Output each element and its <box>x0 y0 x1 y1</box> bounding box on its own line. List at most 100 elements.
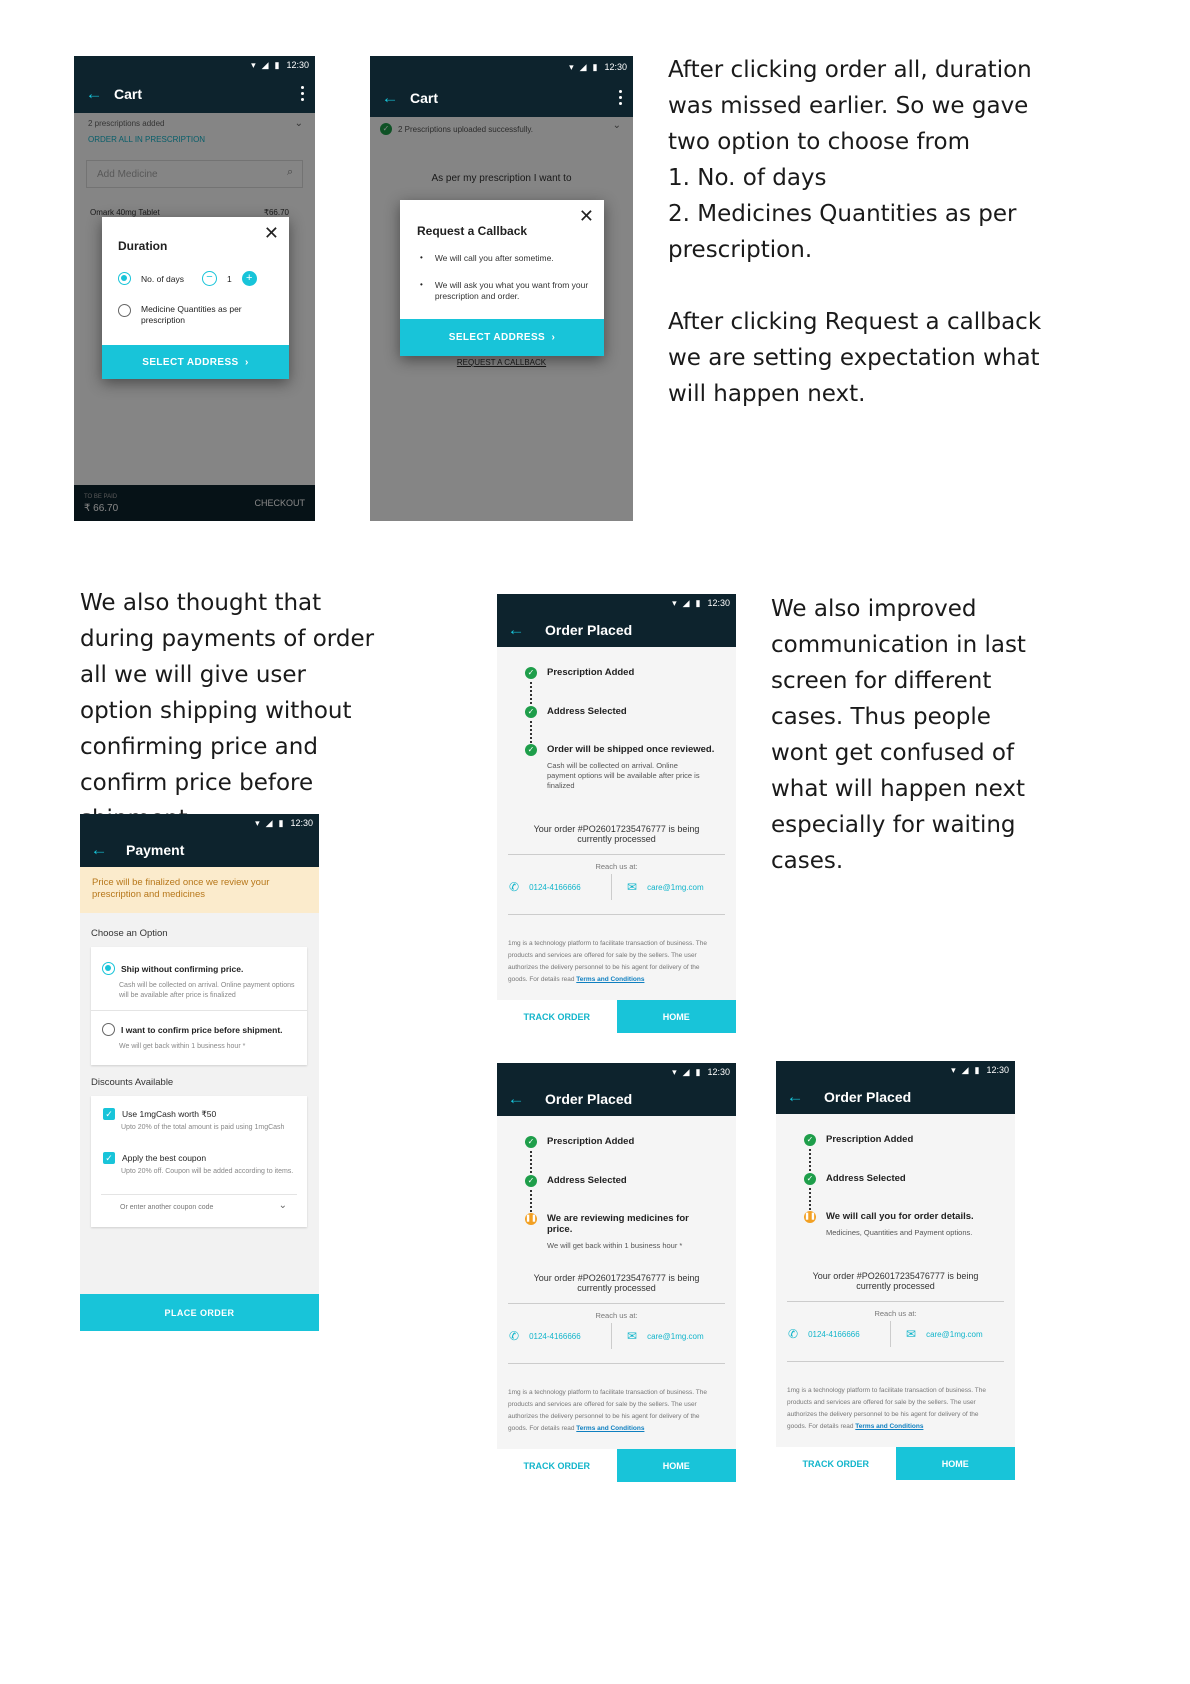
more-menu-icon[interactable] <box>289 86 315 101</box>
reach-us-label: Reach us at: <box>874 1309 917 1318</box>
place-order-button[interactable]: PLACE ORDER <box>80 1294 319 1331</box>
page-title: Order Placed <box>545 621 633 638</box>
screen-order-placed-callback: ▾ ◢ ▮ 12:30 ← Order Placed ✓ Prescription A… <box>776 1061 1015 1480</box>
step-connector <box>530 721 532 743</box>
radio-selected[interactable] <box>118 272 131 285</box>
order-number-text: Your order #PO26017235476777 is being cur… <box>812 1271 979 1291</box>
page-title: Payment <box>126 841 185 858</box>
battery-icon: ▮ <box>278 817 284 828</box>
back-arrow-icon[interactable]: ← <box>776 1087 814 1107</box>
email-contact[interactable]: ✉ care@1mg.com <box>627 1329 704 1343</box>
option-confirm-before-shipment[interactable]: I want to confirm price before shipment. <box>102 1023 283 1036</box>
status-time: 12:30 <box>986 1065 1009 1075</box>
close-icon[interactable]: ✕ <box>264 223 279 244</box>
disclaimer-text: 1mg is a technology platform to facilita… <box>787 1387 986 1430</box>
screen-order-placed-reviewing: ▾ ◢ ▮ 12:30 ← Order Placed ✓ Prescription A… <box>497 1063 736 1482</box>
check-circle-icon: ✓ <box>525 1175 537 1187</box>
home-button[interactable]: HOME <box>616 1449 736 1482</box>
screen-payment: ▾ ◢ ▮ 12:30 ← Payment Price will be finali… <box>80 814 319 1331</box>
back-arrow-icon[interactable]: ← <box>497 1089 535 1109</box>
wifi-icon: ▾ <box>672 597 677 608</box>
status-time: 12:30 <box>707 598 730 608</box>
mail-icon: ✉ <box>906 1327 917 1341</box>
divider <box>787 1361 1004 1362</box>
divider <box>508 914 725 915</box>
track-order-button[interactable]: TRACK ORDER <box>776 1447 896 1480</box>
back-arrow-icon[interactable]: ← <box>74 84 114 104</box>
page-title: Cart <box>114 85 143 102</box>
battery-icon: ▮ <box>274 59 280 70</box>
discounts-label: Discounts Available <box>91 1077 174 1088</box>
checkbox-checked-icon[interactable]: ✓ <box>103 1152 115 1164</box>
email-contact[interactable]: ✉ care@1mg.com <box>627 880 704 894</box>
bullet-item: • We will ask you what you want from your… <box>420 280 589 301</box>
disclaimer-text: 1mg is a technology platform to facilita… <box>508 1389 707 1432</box>
check-circle-icon: ✓ <box>804 1134 816 1146</box>
modal-title: Duration <box>118 239 168 253</box>
minus-icon[interactable]: − <box>202 271 217 286</box>
chevron-right-icon: › <box>244 356 249 368</box>
divider <box>508 1303 725 1304</box>
track-order-button[interactable]: TRACK ORDER <box>497 1000 617 1033</box>
phone-contact[interactable]: ✆ 0124-4166666 <box>788 1327 860 1341</box>
close-icon[interactable]: ✕ <box>579 206 594 227</box>
back-arrow-icon[interactable]: ← <box>497 620 535 640</box>
wifi-icon: ▾ <box>951 1064 956 1075</box>
phone-contact[interactable]: ✆ 0124-4166666 <box>509 1329 581 1343</box>
status-bar: ▾ ◢ ▮ 12:30 <box>497 594 736 612</box>
page-title: Order Placed <box>545 1090 633 1107</box>
step-connector <box>530 1190 532 1212</box>
divider <box>101 1194 297 1195</box>
phone-contact[interactable]: ✆ 0124-4166666 <box>509 880 581 894</box>
mail-icon: ✉ <box>627 1329 638 1343</box>
disclaimer-text: 1mg is a technology platform to facilita… <box>508 940 707 983</box>
wifi-icon: ▾ <box>569 61 574 72</box>
option-medicine-quantities[interactable]: Medicine Quantities as per prescription <box>118 304 278 326</box>
coupon-code-input[interactable]: Or enter another coupon code <box>120 1204 213 1211</box>
plus-icon[interactable]: + <box>241 271 257 286</box>
radio-unselected[interactable] <box>118 304 131 317</box>
email-contact[interactable]: ✉ care@1mg.com <box>906 1327 983 1341</box>
signal-icon: ◢ <box>682 1066 690 1077</box>
radio-unselected[interactable] <box>102 1023 115 1036</box>
select-address-button[interactable]: SELECT ADDRESS › <box>102 345 289 379</box>
terms-link[interactable]: Terms and Conditions <box>855 1423 923 1430</box>
app-bar: ← Order Placed <box>776 1079 1015 1114</box>
step-address-selected: ✓ Address Selected <box>804 1173 906 1185</box>
radio-selected[interactable] <box>102 962 115 975</box>
discount-1mgcash[interactable]: ✓ Use 1mgCash worth ₹50 <box>103 1108 216 1120</box>
app-bar: ← Cart <box>74 74 315 113</box>
price-notice-banner: Price will be finalized once we review y… <box>80 867 319 913</box>
home-button[interactable]: HOME <box>616 1000 736 1033</box>
pause-circle-icon: ❚❚ <box>525 1213 537 1225</box>
wifi-icon: ▾ <box>255 817 260 828</box>
track-order-button[interactable]: TRACK ORDER <box>497 1449 617 1482</box>
discount-best-coupon[interactable]: ✓ Apply the best coupon <box>103 1152 206 1164</box>
app-bar: ← Order Placed <box>497 612 736 647</box>
option-no-of-days[interactable]: No. of days − 1 + <box>118 271 257 286</box>
divider <box>787 1301 1004 1302</box>
status-bar: ▾ ◢ ▮ 12:30 <box>80 814 319 832</box>
app-bar: ← Cart <box>370 78 633 117</box>
terms-link[interactable]: Terms and Conditions <box>576 1425 644 1432</box>
terms-link[interactable]: Terms and Conditions <box>576 976 644 983</box>
checkbox-checked-icon[interactable]: ✓ <box>103 1108 115 1120</box>
chevron-down-icon[interactable]: ⌄ <box>279 1200 287 1211</box>
divider <box>890 1321 891 1347</box>
back-arrow-icon[interactable]: ← <box>80 840 118 860</box>
home-button[interactable]: HOME <box>895 1447 1015 1480</box>
phone-icon: ✆ <box>788 1327 799 1341</box>
caption-duration-callback: After clicking order all, duration was m… <box>668 57 1042 407</box>
battery-icon: ▮ <box>695 1066 701 1077</box>
caption-payment: We also thought that during payments of … <box>80 590 375 832</box>
select-address-button[interactable]: SELECT ADDRESS › <box>400 319 604 356</box>
option-ship-without-confirm[interactable]: Ship without confirming price. <box>102 962 243 975</box>
divider <box>508 1363 725 1364</box>
order-number-text: Your order #PO26017235476777 is being cur… <box>533 824 700 844</box>
check-circle-icon: ✓ <box>525 1136 537 1148</box>
discount-sub-text: Upto 20% of the total amount is paid usi… <box>121 1124 285 1131</box>
signal-icon: ◢ <box>961 1064 969 1075</box>
more-menu-icon[interactable] <box>607 90 633 105</box>
back-arrow-icon[interactable]: ← <box>370 88 410 108</box>
signal-icon: ◢ <box>682 597 690 608</box>
